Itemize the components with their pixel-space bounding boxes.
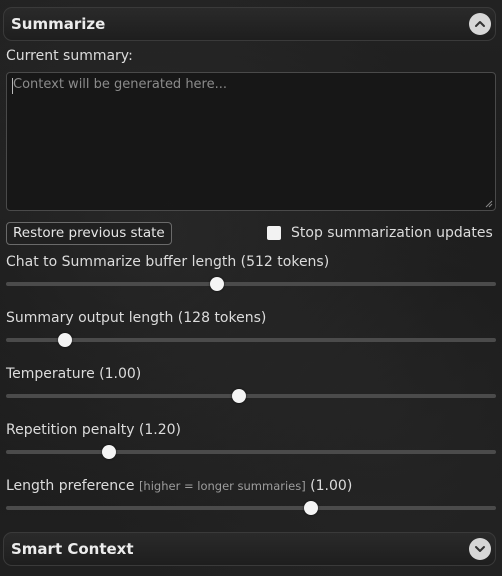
- length-preference-hint: [higher = longer summaries]: [138, 479, 306, 493]
- stop-updates-label: Stop summarization updates: [291, 225, 493, 241]
- slider-track[interactable]: [6, 506, 496, 510]
- temperature-label-text: Temperature (1.00): [6, 366, 142, 382]
- output-length-label-text: Summary output length (128 tokens): [6, 310, 267, 326]
- length-preference-value: (1.00): [305, 478, 353, 494]
- temperature-slider[interactable]: [6, 388, 496, 404]
- chevron-down-icon[interactable]: [469, 538, 491, 560]
- slider-thumb[interactable]: [101, 445, 116, 459]
- length-preference-slider[interactable]: [6, 500, 496, 516]
- slider-track[interactable]: [6, 450, 496, 454]
- output-length-slider[interactable]: [6, 332, 496, 348]
- summary-placeholder: Context will be generated here...: [13, 77, 228, 92]
- temperature-label: Temperature (1.00): [6, 366, 141, 382]
- length-preference-label: Length preference [higher = longer summa…: [6, 478, 352, 494]
- buffer-length-label-text: Chat to Summarize buffer length (512 tok…: [6, 254, 330, 270]
- slider-thumb[interactable]: [209, 277, 224, 291]
- smart-context-title: Smart Context: [11, 540, 134, 558]
- repetition-penalty-label: Repetition penalty (1.20): [6, 422, 181, 438]
- smart-context-header[interactable]: Smart Context: [3, 532, 496, 566]
- summary-textarea[interactable]: Context will be generated here...: [6, 72, 496, 211]
- slider-thumb[interactable]: [304, 501, 319, 515]
- chevron-up-icon[interactable]: [469, 13, 491, 35]
- slider-track[interactable]: [6, 338, 496, 342]
- slider-thumb[interactable]: [57, 333, 72, 347]
- slider-thumb[interactable]: [231, 389, 246, 403]
- buffer-length-label: Chat to Summarize buffer length (512 tok…: [6, 254, 329, 270]
- summarize-header[interactable]: Summarize: [3, 7, 496, 41]
- repetition-penalty-label-text: Repetition penalty (1.20): [6, 422, 182, 438]
- output-length-label: Summary output length (128 tokens): [6, 310, 266, 326]
- current-summary-label: Current summary:: [6, 48, 133, 64]
- length-preference-label-text: Length preference: [6, 478, 139, 494]
- stop-updates-checkbox[interactable]: [267, 226, 281, 240]
- repetition-penalty-slider[interactable]: [6, 444, 496, 460]
- restore-previous-state-button[interactable]: Restore previous state: [6, 222, 172, 245]
- slider-track[interactable]: [6, 394, 496, 398]
- resize-handle-icon[interactable]: [485, 200, 493, 208]
- summarize-panel: Summarize Current summary: Context will …: [0, 0, 502, 576]
- summarize-title: Summarize: [11, 15, 106, 33]
- buffer-length-slider[interactable]: [6, 276, 496, 292]
- slider-track[interactable]: [6, 282, 496, 286]
